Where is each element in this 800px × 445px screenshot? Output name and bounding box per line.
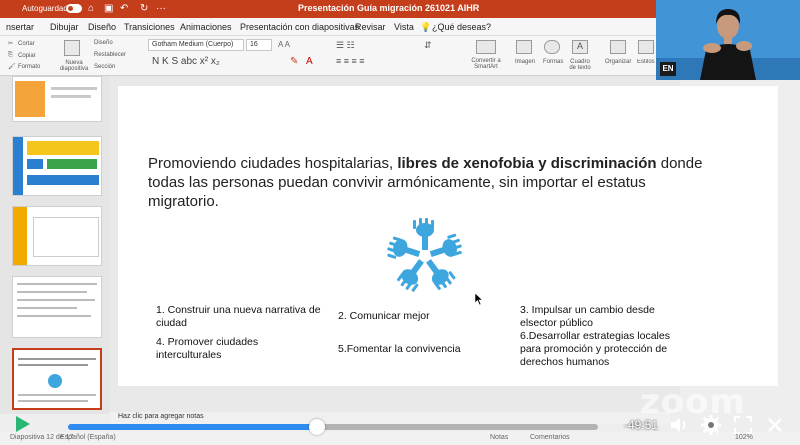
- play-icon[interactable]: [12, 414, 32, 434]
- font-style-buttons[interactable]: N K S abc x² x₂: [152, 56, 220, 67]
- strategy-item-5[interactable]: 5.Fomentar la convivencia: [338, 343, 498, 356]
- more-icon[interactable]: ···: [156, 3, 166, 14]
- line-spacing-icon[interactable]: ⇵: [424, 40, 432, 51]
- slide-thumbnail[interactable]: [12, 76, 102, 122]
- font-color-icon[interactable]: A: [306, 56, 313, 67]
- interpreter-figure: [656, 0, 800, 80]
- font-name-select[interactable]: Gotham Medium (Cuerpo): [148, 39, 244, 51]
- menu-draw[interactable]: Dibujar: [50, 22, 79, 32]
- tell-me-search[interactable]: ¿Qué deseas?: [432, 22, 491, 32]
- slide-editor: Promoviendo ciudades hospitalarias, libr…: [110, 76, 778, 414]
- align-icons[interactable]: ≡ ≡ ≡ ≡: [336, 56, 365, 66]
- menu-view[interactable]: Vista: [394, 22, 414, 32]
- quick-styles-label[interactable]: Estilos rápidos: [637, 59, 657, 65]
- font-size-buttons[interactable]: A A: [278, 40, 290, 49]
- lightbulb-icon: 💡: [420, 22, 432, 32]
- slide-canvas[interactable]: Promoviendo ciudades hospitalarias, libr…: [118, 86, 778, 386]
- shapes-label[interactable]: Formas: [543, 59, 563, 65]
- progress-track[interactable]: [68, 419, 598, 435]
- interpreter-video: [656, 0, 800, 80]
- quick-styles-icon[interactable]: [638, 40, 654, 54]
- image-icon[interactable]: [516, 40, 532, 54]
- text-box-label[interactable]: Cuadro de texto: [566, 59, 594, 71]
- volume-icon[interactable]: [668, 414, 690, 436]
- redo-icon[interactable]: ↻: [140, 3, 148, 14]
- section-label[interactable]: Sección: [94, 64, 115, 70]
- layout-label[interactable]: Diseño: [94, 40, 113, 46]
- menu-animations[interactable]: Animaciones: [180, 22, 232, 32]
- format-label[interactable]: Formato: [18, 64, 40, 70]
- strategy-item-2[interactable]: 2. Comunicar mejor: [338, 310, 488, 323]
- language-badge: EN: [660, 62, 676, 76]
- autosave-label: Autoguardado: [22, 4, 73, 13]
- mouse-cursor-icon: [474, 292, 484, 306]
- cut-icon[interactable]: ✂: [8, 40, 13, 47]
- organize-label[interactable]: Organizar: [605, 59, 631, 65]
- bullets-icon[interactable]: ☰ ☷: [336, 40, 355, 51]
- text-box-icon[interactable]: A: [572, 40, 588, 54]
- copy-label[interactable]: Copiar: [18, 53, 36, 59]
- slide-title-bold: libres de xenofobia y discriminación: [397, 155, 657, 172]
- menu-review[interactable]: Revisar: [355, 22, 386, 32]
- undo-icon[interactable]: ↶: [120, 3, 128, 14]
- strategy-item-6[interactable]: 6.Desarrollar estrategias locales para p…: [520, 330, 692, 369]
- font-size-select[interactable]: 16: [246, 39, 272, 51]
- slide-title-plain: Promoviendo ciudades hospitalarias,: [148, 155, 394, 172]
- home-icon[interactable]: ⌂: [88, 3, 94, 14]
- settings-gear-icon[interactable]: [700, 414, 722, 436]
- format-painter-icon[interactable]: 🖌: [8, 63, 16, 70]
- fullscreen-icon[interactable]: [732, 414, 754, 436]
- strategy-item-1[interactable]: 1. Construir una nueva narrativa de ciud…: [156, 304, 326, 330]
- smartart-icon[interactable]: [476, 40, 496, 54]
- hands-circle-icon: [387, 218, 462, 292]
- reset-label[interactable]: Restablecer: [94, 52, 126, 58]
- copy-icon[interactable]: ⎘: [8, 52, 13, 59]
- document-title: Presentación Guía migración 261021 AIHR: [298, 3, 480, 13]
- convert-smartart-label[interactable]: Convertir a SmartArt: [468, 58, 504, 70]
- slide-thumbnails-pane: [0, 76, 110, 414]
- close-player-icon[interactable]: [764, 414, 786, 436]
- slide-thumbnail-selected[interactable]: [12, 348, 102, 410]
- image-label[interactable]: Imagen: [515, 59, 535, 65]
- organize-icon[interactable]: [610, 40, 626, 54]
- new-slide-label[interactable]: Nueva diapositiva: [58, 60, 90, 72]
- shapes-icon[interactable]: [544, 40, 560, 54]
- menu-design[interactable]: Diseño: [88, 22, 116, 32]
- video-player-controls: -49:51: [0, 410, 800, 440]
- screen: Autoguardado ⌂ ▣ ↶ ↻ ··· Presentación Gu…: [0, 0, 800, 445]
- cut-label[interactable]: Cortar: [18, 41, 35, 47]
- menu-transitions[interactable]: Transiciones: [124, 22, 175, 32]
- menu-insert[interactable]: nsertar: [6, 22, 34, 32]
- menu-slideshow[interactable]: Presentación con diapositivas: [240, 22, 359, 32]
- slide-title[interactable]: Promoviendo ciudades hospitalarias, libr…: [148, 154, 708, 211]
- strategy-item-4[interactable]: 4. Promover ciudades interculturales: [156, 336, 296, 362]
- slide-thumbnail[interactable]: [12, 206, 102, 266]
- highlight-color-icon[interactable]: ✎: [290, 56, 298, 67]
- save-icon[interactable]: ▣: [104, 3, 113, 14]
- autosave-toggle[interactable]: [66, 4, 82, 13]
- new-slide-icon[interactable]: [64, 40, 80, 56]
- progress-fill: [68, 424, 318, 430]
- slide-thumbnail[interactable]: [12, 276, 102, 338]
- time-remaining: -49:51: [624, 418, 659, 432]
- progress-handle[interactable]: [309, 419, 326, 435]
- strategy-item-3[interactable]: 3. Impulsar un cambio desde elsector púb…: [520, 304, 680, 330]
- slide-thumbnail[interactable]: [12, 136, 102, 196]
